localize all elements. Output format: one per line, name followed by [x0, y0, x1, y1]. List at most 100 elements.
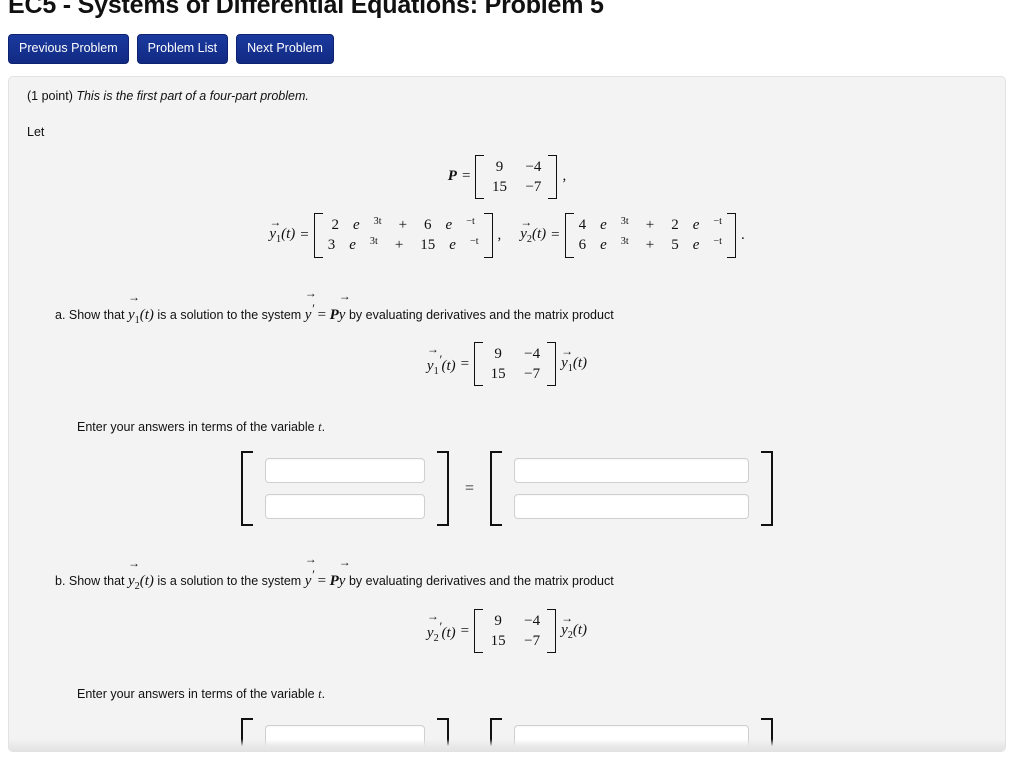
vector-y2-equals: = — [551, 226, 560, 243]
part-a-sys-rhs-y: y — [338, 306, 346, 323]
problem-intro-text: This is the first part of a four-part pr… — [76, 88, 309, 103]
y2-r0-plus: + — [645, 217, 655, 233]
horizontal-scrollbar[interactable] — [9, 738, 1005, 751]
problem-list-button[interactable]: Problem List — [136, 34, 229, 64]
matrix-p-definition: P = 9 −4 15 −7 , — [25, 154, 989, 199]
vector-arrow-icon: → — [426, 608, 439, 623]
y2-r0-e1: e — [600, 217, 607, 233]
previous-problem-button[interactable]: Previous Problem — [8, 34, 129, 64]
vector-y1-equals: = — [300, 226, 309, 243]
right-bracket-icon — [547, 608, 557, 654]
part-a-eq-rhs: → y1(t) — [561, 345, 588, 374]
matrix-p-equals: = — [461, 168, 471, 185]
part-b-hint: Enter your answers in terms of the varia… — [77, 687, 989, 702]
vector-arrow-icon: → — [269, 215, 282, 230]
y1-r1-plus: + — [394, 237, 404, 254]
vector-arrow-icon: → — [338, 288, 351, 303]
part-b-hint-suffix: . — [321, 687, 326, 702]
part-a-left-input-1[interactable] — [264, 458, 425, 484]
matrix-p-cell-0-1: −4 — [525, 158, 542, 175]
y2-r1-exp2: −t — [713, 236, 722, 248]
part-b-hint-prefix: Enter your answers in terms of the varia… — [77, 687, 315, 702]
part-a-sys-lhs: → y′ — [305, 287, 317, 330]
part-a-eq-lhs-sub: 1 — [433, 365, 439, 377]
part-a-right-input-2[interactable] — [514, 494, 750, 520]
vector-arrow-icon: → — [127, 289, 140, 304]
vector-y2-symbol: → y2(t) — [520, 216, 547, 245]
vector-y2-arg: (t) — [531, 226, 547, 243]
vector-y1-row-1: 3 e 3t +15 e −t — [328, 235, 479, 255]
part-a-eq-rhs-arg: (t) — [572, 355, 588, 372]
y2-r1-coef1: 6 — [578, 237, 587, 254]
matrix-p-cell-1-1: −7 — [525, 178, 542, 195]
part-a-left-matrix — [240, 451, 449, 527]
part-a-vector-name: y — [127, 306, 135, 323]
y1-r0-coef1: 2 — [331, 217, 339, 233]
part-b-matrix-cell-0-1: −4 — [524, 612, 541, 629]
next-problem-button[interactable]: Next Problem — [236, 34, 334, 64]
part-b-statement: b. Show that → y2(t) is a solution to th… — [55, 553, 989, 596]
part-b-vector-name: y — [127, 573, 135, 590]
y1-r1-e1: e — [349, 237, 356, 254]
part-b-mid: is a solution to the system — [157, 574, 302, 589]
let-label: Let — [27, 124, 45, 139]
matrix-p-brackets: 9 −4 15 −7 — [475, 154, 558, 199]
part-b-matrix-cell-1-0: 15 — [490, 633, 506, 649]
vector-y1-brackets: 2 e 3t +6 e −t 3 e 3t +15 e −t — [313, 213, 493, 258]
right-bracket-icon — [761, 451, 774, 527]
problem-panel: (1 point) This is the first part of a fo… — [8, 75, 1006, 752]
vector-y2-row-0: 4 e 3t +2 e −t — [579, 215, 722, 235]
y2-r0-e2: e — [692, 217, 700, 233]
vector-y2-definition: → y2(t) = 4e3t+2e−t 6e3t+5e−t — [520, 213, 745, 258]
part-a-eq-lhs-arg: (t) — [441, 357, 456, 374]
page-title-container: EC5 - Systems of Differential Equations:… — [0, 0, 1024, 22]
part-b-sys-rhs-y: y — [338, 573, 346, 590]
part-a-eq-equals: = — [460, 355, 470, 372]
part-a-hint: Enter your answers in terms of the varia… — [77, 420, 989, 435]
part-b-suffix: by evaluating derivatives and the matrix… — [348, 574, 614, 589]
part-b-prefix: b. Show that — [55, 574, 125, 589]
part-a-eq-lhs: → y1′(t) — [426, 343, 456, 377]
part-a-matrix-cell-1-1: −7 — [524, 366, 541, 383]
y1-r0-plus: + — [398, 217, 408, 233]
points-value: (1 point) — [27, 88, 73, 103]
y1-r0-coef2: 6 — [424, 217, 432, 233]
vector-arrow-icon: → — [520, 215, 533, 230]
part-a-hint-prefix: Enter your answers in terms of the varia… — [77, 420, 315, 435]
right-bracket-icon — [726, 213, 736, 258]
part-b-matrix-cell-0-0: 9 — [494, 612, 502, 629]
part-a-mid: is a solution to the system — [157, 307, 302, 322]
matrix-p-punct: , — [562, 168, 567, 185]
part-b-eq-rhs-arg: (t) — [572, 622, 588, 638]
part-a-eq-matrix: 9 −4 15 −7 — [474, 341, 557, 387]
part-a-right-matrix — [490, 451, 774, 527]
right-bracket-icon — [547, 341, 557, 387]
y1-r1-exp2: −t — [469, 236, 479, 248]
part-a-answer-block: = — [25, 451, 989, 527]
part-a-sys-equals: = — [317, 306, 327, 323]
part-b-eq-lhs-name: y — [426, 624, 434, 641]
part-a-sys-rhs: → y — [338, 290, 351, 330]
part-a-left-input-2[interactable] — [264, 494, 425, 520]
left-bracket-icon — [474, 608, 484, 654]
vector-arrow-icon: → — [127, 556, 140, 571]
vector-arrow-icon: → — [304, 552, 317, 567]
y1-r0-e1: e — [352, 217, 360, 233]
y2-r1-e1: e — [600, 237, 607, 254]
vector-arrow-icon: → — [561, 611, 574, 625]
part-a-sys-p: P — [329, 306, 339, 323]
part-a-equation: → y1′(t) = 9 −4 15 −7 → y1(t) — [25, 341, 989, 387]
part-a-eq-lhs-name: y — [426, 357, 434, 374]
page-title: EC5 - Systems of Differential Equations:… — [8, 0, 604, 19]
part-a-right-input-1[interactable] — [514, 458, 750, 484]
part-a-vector-arg: (t) — [139, 306, 154, 323]
y2-r1-exp1: 3t — [620, 236, 629, 248]
vector-y1-definition: → y1(t) = 2e3t+6e−t 3e3t+15e−t — [269, 213, 501, 258]
vector-y2-row-1: 6 e 3t +5 e −t — [579, 235, 722, 255]
y1-r0-e2: e — [445, 217, 453, 233]
part-b-eq-lhs-sub: 2 — [433, 632, 439, 644]
part-a-sys-prime: ′ — [311, 301, 315, 316]
y1-r0-exp2: −t — [466, 216, 475, 227]
vector-arrow-icon: → — [338, 555, 351, 570]
matrix-p-cell-1-0: 15 — [491, 178, 507, 195]
